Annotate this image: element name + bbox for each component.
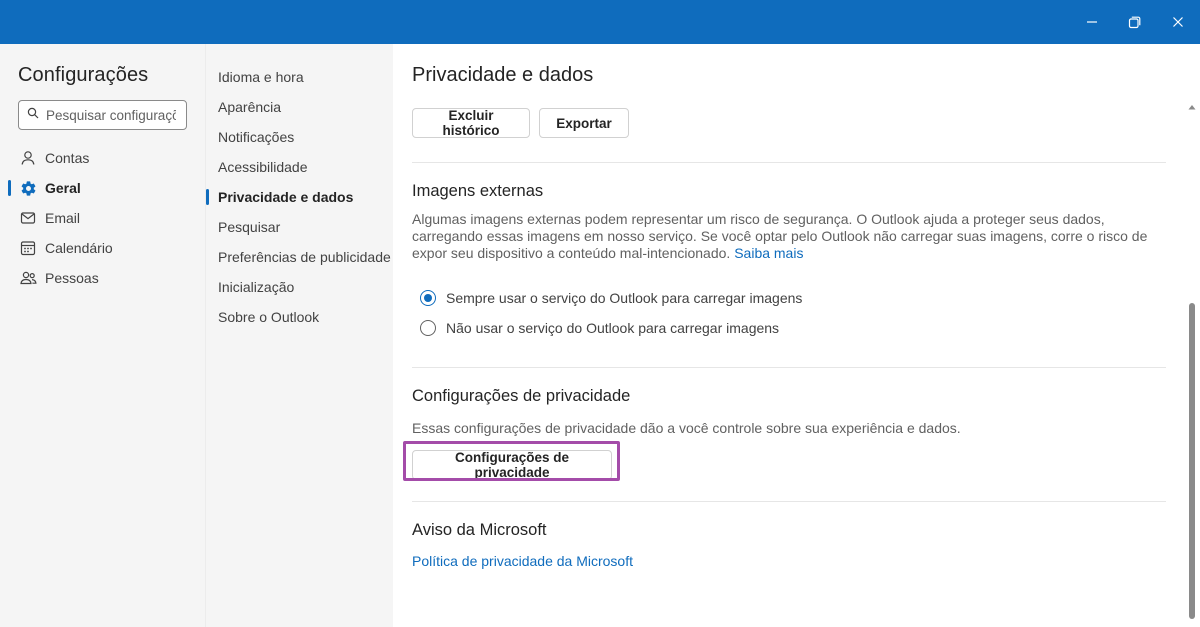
external-images-heading: Imagens externas <box>412 182 544 200</box>
radio-option-do-not-use-service[interactable]: Não usar o serviço do Outlook para carre… <box>412 313 1166 343</box>
settings-sidebar: Configurações Contas Geral Email <box>0 44 205 627</box>
search-icon <box>27 106 39 124</box>
sidebar-item-label: Geral <box>45 180 81 196</box>
subnav-item-privacidade-e-dados[interactable]: Privacidade e dados <box>206 182 394 212</box>
person-icon <box>19 149 37 167</box>
radio-button[interactable] <box>420 320 436 336</box>
subnav-item-preferencias-de-publicidade[interactable]: Preferências de publicidade <box>206 242 394 272</box>
export-button[interactable]: Exportar <box>539 108 629 138</box>
page-title: Privacidade e dados <box>412 64 594 86</box>
learn-more-link[interactable]: Saiba mais <box>734 245 803 261</box>
sidebar-item-pessoas[interactable]: Pessoas <box>0 263 205 293</box>
external-images-description: Algumas imagens externas podem represent… <box>412 211 1148 261</box>
radio-button-checked[interactable] <box>420 290 436 306</box>
title-bar <box>0 0 1200 44</box>
radio-label: Sempre usar o serviço do Outlook para ca… <box>446 290 803 306</box>
scrollbar-thumb[interactable] <box>1189 303 1195 619</box>
scroll-up-icon[interactable] <box>1188 102 1196 112</box>
close-icon[interactable] <box>1155 0 1200 44</box>
subnav-item-aparencia[interactable]: Aparência <box>206 92 394 122</box>
subnav-item-idioma-e-hora[interactable]: Idioma e hora <box>206 62 394 92</box>
privacy-policy-link[interactable]: Política de privacidade da Microsoft <box>412 553 633 569</box>
restore-icon[interactable] <box>1111 0 1157 44</box>
settings-content: Privacidade e dados Excluir histórico Ex… <box>393 44 1200 627</box>
people-icon <box>19 269 37 287</box>
sidebar-item-geral[interactable]: Geral <box>0 173 205 203</box>
search-box[interactable] <box>18 100 187 130</box>
general-subnav: Idioma e hora Aparência Notificações Ace… <box>205 44 393 627</box>
subnav-item-acessibilidade[interactable]: Acessibilidade <box>206 152 394 182</box>
settings-title: Configurações <box>18 64 149 86</box>
sidebar-item-label: Contas <box>45 150 90 166</box>
sidebar-item-contas[interactable]: Contas <box>0 143 205 173</box>
gear-icon <box>19 179 37 197</box>
divider <box>412 501 1166 502</box>
calendar-icon <box>19 239 37 257</box>
microsoft-notice-heading: Aviso da Microsoft <box>412 521 547 539</box>
delete-history-button[interactable]: Excluir histórico <box>412 108 530 138</box>
divider <box>412 162 1166 163</box>
subnav-item-sobre-o-outlook[interactable]: Sobre o Outlook <box>206 302 394 332</box>
highlight-frame <box>403 441 620 481</box>
radio-option-always-use-service[interactable]: Sempre usar o serviço do Outlook para ca… <box>412 283 1166 313</box>
privacy-settings-heading: Configurações de privacidade <box>412 387 631 405</box>
subnav-item-inicializacao[interactable]: Inicialização <box>206 272 394 302</box>
sidebar-item-label: Email <box>45 210 81 226</box>
divider <box>412 367 1166 368</box>
sidebar-item-calendario[interactable]: Calendário <box>0 233 205 263</box>
privacy-settings-description: Essas configurações de privacidade dão a… <box>412 420 961 436</box>
sidebar-item-label: Pessoas <box>45 270 99 286</box>
sidebar-item-email[interactable]: Email <box>0 203 205 233</box>
subnav-item-pesquisar[interactable]: Pesquisar <box>206 212 394 242</box>
sidebar-item-label: Calendário <box>45 240 113 256</box>
settings-panel[interactable]: Excluir histórico Exportar Imagens exter… <box>403 108 1166 569</box>
minimize-icon[interactable] <box>1069 0 1115 44</box>
radio-label: Não usar o serviço do Outlook para carre… <box>446 320 780 336</box>
mail-icon <box>19 209 37 227</box>
search-input[interactable] <box>46 107 176 123</box>
subnav-item-notificacoes[interactable]: Notificações <box>206 122 394 152</box>
